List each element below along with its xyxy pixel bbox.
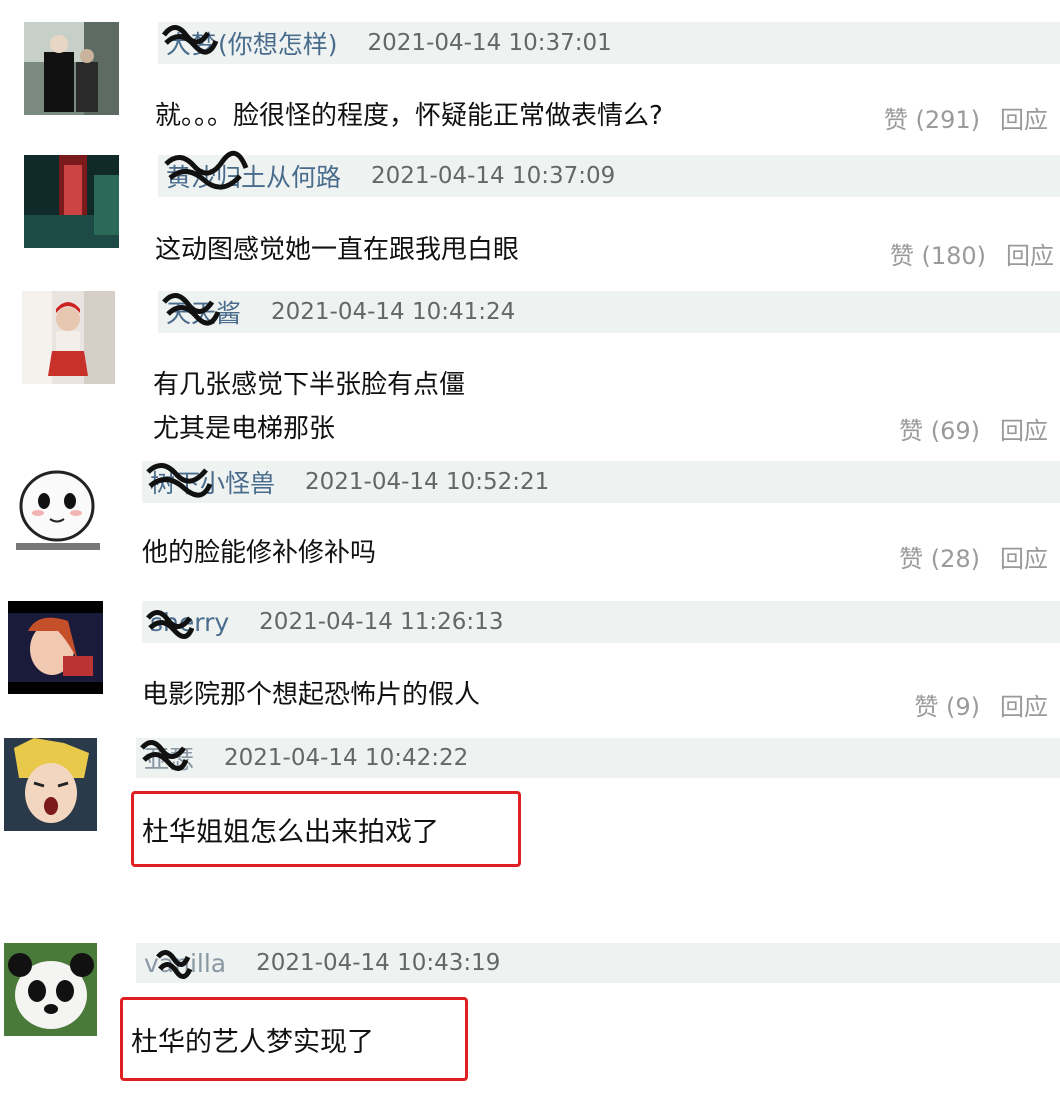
username-link[interactable]: 大梦 xyxy=(161,25,219,61)
comment-text: 有几张感觉下半张脸有点僵 尤其是电梯那张 xyxy=(153,370,466,444)
comment-timestamp: 2021-04-14 10:37:01 xyxy=(367,30,612,56)
highlighted-comment-box: 杜华姐姐怎么出来拍戏了 xyxy=(131,791,521,867)
like-button[interactable]: 赞 (291) xyxy=(884,100,980,135)
user-avatar[interactable] xyxy=(24,22,119,115)
comment-text: 这动图感觉她一直在跟我甩白眼 xyxy=(155,235,520,265)
comment-actions: 赞 (28) 回应 xyxy=(899,539,1048,574)
comment-meta: sherry 2021-04-14 11:26:13 xyxy=(142,601,1060,643)
user-avatar[interactable] xyxy=(8,601,103,694)
comment-item: 树下小怪兽 2021-04-14 10:52:21 他的脸能修补修补吗 赞 (2… xyxy=(0,455,1060,595)
user-avatar[interactable] xyxy=(4,738,97,831)
comment-meta: 树下小怪兽 2021-04-14 10:52:21 xyxy=(142,461,1060,503)
comment-actions: 赞 (180) 回应 xyxy=(890,236,1054,271)
comment-meta: 天天酱 2021-04-14 10:41:24 xyxy=(158,291,1060,333)
reply-button[interactable]: 回应 xyxy=(1000,100,1048,135)
comment-meta: vanilla 2021-04-14 10:43:19 xyxy=(136,943,1060,983)
comment-item: 天天酱 2021-04-14 10:41:24 有几张感觉下半张脸有点僵 尤其是… xyxy=(0,285,1060,455)
username-link[interactable]: sherry xyxy=(146,608,229,639)
comment-timestamp: 2021-04-14 10:43:19 xyxy=(256,950,501,976)
username-link[interactable]: vanilla xyxy=(144,949,226,979)
comment-item: vanilla 2021-04-14 10:43:19 杜华的艺人梦实现了 xyxy=(0,935,1060,1095)
username-link[interactable]: 树下小怪兽 xyxy=(146,463,275,500)
user-avatar[interactable] xyxy=(10,461,105,556)
comment-actions: 赞 (291) 回应 xyxy=(884,100,1048,135)
like-button[interactable]: 赞 (9) xyxy=(914,687,980,722)
highlighted-comment-box: 杜华的艺人梦实现了 xyxy=(120,997,468,1081)
reply-button[interactable]: 回应 xyxy=(1000,411,1048,446)
comment-item: 亚瑟 2021-04-14 10:42:22 杜华姐姐怎么出来拍戏了 xyxy=(0,735,1060,935)
reply-button[interactable]: 回应 xyxy=(1006,236,1054,271)
comment-text: 就。。。脸很怪的程度，怀疑能正常做表情么? xyxy=(155,101,663,131)
comment-timestamp: 2021-04-14 10:42:22 xyxy=(224,745,469,771)
username-link[interactable]: 黄沙归土从何路 xyxy=(164,150,341,194)
username-link[interactable]: 亚瑟 xyxy=(140,740,194,776)
reply-button[interactable]: 回应 xyxy=(1000,539,1048,574)
like-button[interactable]: 赞 (69) xyxy=(899,411,980,446)
like-button[interactable]: 赞 (180) xyxy=(890,236,986,271)
username-link[interactable]: 天天酱 xyxy=(162,293,241,330)
user-avatar[interactable] xyxy=(22,291,115,384)
like-button[interactable]: 赞 (28) xyxy=(899,539,980,574)
comment-timestamp: 2021-04-14 10:52:21 xyxy=(305,469,550,495)
comment-meta: 大梦 (你想怎样) 2021-04-14 10:37:01 xyxy=(158,22,1060,64)
comment-timestamp: 2021-04-14 10:37:09 xyxy=(371,163,616,189)
comment-actions: 赞 (9) 回应 xyxy=(914,687,1048,722)
comment-text: 杜华姐姐怎么出来拍戏了 xyxy=(142,816,439,848)
comment-timestamp: 2021-04-14 11:26:13 xyxy=(259,609,504,635)
comment-text: 他的脸能修补修补吗 xyxy=(142,538,377,568)
user-handle: (你想怎样) xyxy=(218,30,338,59)
comment-timestamp: 2021-04-14 10:41:24 xyxy=(271,299,516,325)
comment-text: 杜华的艺人梦实现了 xyxy=(131,1026,374,1058)
user-avatar[interactable] xyxy=(4,943,97,1036)
comment-text: 电影院那个想起恐怖片的假人 xyxy=(142,680,481,710)
reply-button[interactable]: 回应 xyxy=(1000,687,1048,722)
comment-meta: 亚瑟 2021-04-14 10:42:22 xyxy=(136,738,1060,778)
comment-item: 黄沙归土从何路 2021-04-14 10:37:09 这动图感觉她一直在跟我甩… xyxy=(0,150,1060,285)
user-avatar[interactable] xyxy=(24,155,119,248)
comment-actions: 赞 (69) 回应 xyxy=(899,411,1048,446)
comment-item: sherry 2021-04-14 11:26:13 电影院那个想起恐怖片的假人… xyxy=(0,595,1060,735)
comment-meta: 黄沙归土从何路 2021-04-14 10:37:09 xyxy=(158,150,1060,197)
comment-item: 大梦 (你想怎样) 2021-04-14 10:37:01 就。。。脸很怪的程度… xyxy=(0,0,1060,150)
